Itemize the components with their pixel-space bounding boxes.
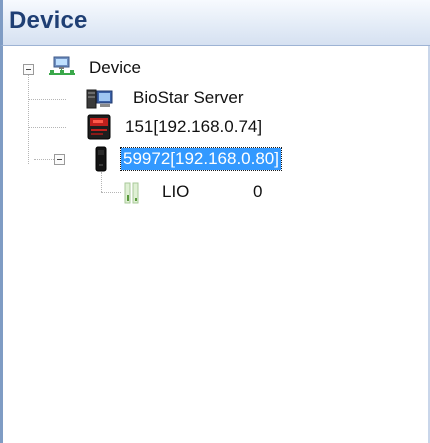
tree-node-server[interactable]: BioStar Server [0,86,428,112]
tree-node-label-selected[interactable]: 59972[192.168.0.80] [120,147,282,171]
tree-node-label[interactable]: LIO [162,181,189,203]
device-panel: Device Device BioStar Server 151[192.168… [0,0,430,443]
server-icon [85,87,115,116]
collapse-toggle-icon[interactable] [54,154,65,165]
tree-node-label[interactable]: BioStar Server [133,87,244,109]
device-tree[interactable]: Device BioStar Server 151[192.168.0.74] … [0,46,428,443]
network-computers-icon [47,56,77,85]
tree-node-label[interactable]: 151[192.168.0.74] [125,116,262,138]
reader-device-red-icon [85,114,115,145]
tree-node-lio[interactable]: LIO 0 [0,180,428,206]
panel-header: Device [0,0,430,46]
reader-device-black-icon [94,146,108,177]
collapse-toggle-icon[interactable] [23,64,34,75]
tree-node-label[interactable]: Device [89,57,141,79]
io-module-icon [122,181,142,210]
tree-node-value: 0 [253,182,263,201]
tree-node-root[interactable]: Device [0,56,428,82]
tree-node-device-59972[interactable]: 59972[192.168.0.80] [0,146,428,177]
tree-node-device-151[interactable]: 151[192.168.0.74] [0,114,428,140]
panel-title: Device [9,7,88,34]
